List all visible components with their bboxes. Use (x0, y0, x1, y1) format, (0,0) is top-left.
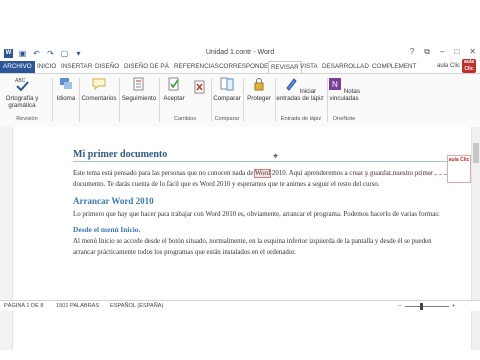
protect-label: Proteger (247, 95, 271, 102)
group-changes: Cambios (173, 116, 197, 122)
compare-icon (220, 77, 234, 91)
spelling-label: Ortografía y gramática (5, 95, 39, 109)
doc-heading-3: Desde el menú Inicio. (73, 225, 141, 234)
window-controls: ? ⧉ – □ ✕ (410, 47, 476, 57)
ribbon-tabs: ARCHIVO INICIO INSERTAR DISEÑO DISEÑO DE… (0, 59, 480, 73)
help-button[interactable]: ? (410, 47, 414, 57)
group-divider (52, 78, 53, 122)
word-window: W ▣ ↶ ↷ ▢ ▾ Unidad 1.contr - Word ? ⧉ – … (0, 0, 480, 360)
doc-paragraph-2: Lo primero que hay que hacer para trabaj… (73, 211, 440, 218)
change-nav-buttons[interactable] (190, 80, 210, 98)
language-icon (60, 78, 72, 89)
doc-heading-2: Arrancar Word 2010 (73, 196, 154, 206)
zoom-slider-thumb[interactable] (420, 303, 423, 310)
track-changes-icon (133, 77, 144, 91)
tab-diseno-pagina[interactable]: DISEÑO DE PÁ (124, 61, 169, 73)
maximize-button[interactable]: □ (454, 47, 459, 57)
comments-button[interactable]: Comentarios (80, 77, 118, 102)
vertical-ruler (0, 127, 13, 350)
highlighted-word[interactable]: Word (254, 169, 272, 178)
ribbon: ABC Ortografía y gramática Revisión Idio… (0, 73, 480, 128)
window-title: Unidad 1.contr - Word (205, 49, 275, 56)
minimize-button[interactable]: – (440, 47, 444, 57)
onenote-icon: N (329, 78, 342, 90)
word-count[interactable]: 1501 PALABRAS (56, 303, 99, 309)
tab-diseno[interactable]: DISEÑO (95, 61, 119, 73)
language-button[interactable]: Idioma (54, 77, 78, 102)
group-ink: Entrada de lápiz (280, 116, 322, 122)
doc-paragraph-3: Al menú Inicio se accede desde el botón … (73, 238, 432, 256)
account-area[interactable]: aula Clic aula Clic (437, 59, 476, 73)
status-bar: PÁGINA 1 DE 8 1501 PALABRAS ESPAÑOL (ESP… (0, 300, 480, 311)
close-button[interactable]: ✕ (469, 47, 476, 57)
linked-notes-button[interactable]: N Notas vinculadas (328, 77, 360, 102)
document-area[interactable]: ⌖ Mi primer documento Este tema está pen… (0, 127, 480, 350)
comment-icon (92, 78, 106, 91)
accept-button[interactable]: Aceptar (160, 77, 188, 102)
doc-paragraph-1: Este tema está pensado para las personas… (73, 168, 453, 190)
tab-archivo[interactable]: ARCHIVO (0, 61, 35, 73)
spelling-grammar-button[interactable]: ABC Ortografía y gramática (2, 77, 42, 109)
page-count[interactable]: PÁGINA 1 DE 8 (4, 303, 43, 309)
tracking-label: Seguimiento (121, 95, 157, 102)
accept-label: Aceptar (163, 95, 185, 102)
document-page[interactable]: Mi primer documento Este tema está pensa… (73, 149, 453, 262)
reject-change-icon (194, 80, 205, 94)
zoom-out-button[interactable]: – (398, 303, 401, 309)
tracking-button[interactable]: Seguimiento (120, 77, 158, 102)
account-name: aula Clic (436, 63, 460, 69)
spelling-check-icon: ABC (15, 78, 29, 92)
tab-desarrollador[interactable]: DESARROLLAD (322, 61, 369, 73)
group-revision: Revisión (16, 116, 38, 122)
vertical-scrollbar[interactable] (471, 127, 480, 350)
revision-balloon-logo: aula Clic (447, 155, 471, 183)
scrollbar-thumb[interactable] (473, 143, 479, 163)
comments-label: Comentarios (81, 95, 117, 102)
tab-vista[interactable]: VISTA (300, 61, 318, 73)
p1-before: Este tema está pensado para las personas… (73, 170, 256, 177)
group-compare: Comparar (214, 116, 240, 122)
zoom-in-button[interactable]: + (452, 303, 455, 309)
tab-revisar[interactable]: REVISAR (268, 61, 302, 73)
zoom-slider-track[interactable] (405, 306, 449, 307)
start-inking-button[interactable]: Iniciar entradas de lápiz (276, 77, 324, 102)
ribbon-display-button[interactable]: ⧉ (424, 47, 430, 57)
aula-clic-logo: aula Clic (462, 59, 476, 73)
tab-referencias[interactable]: REFERENCIAS (174, 61, 219, 73)
tab-correspondencia[interactable]: CORRESPONDE (219, 61, 268, 73)
group-onenote: OneNote (332, 116, 356, 122)
language-label: Idioma (56, 95, 76, 102)
tab-inicio[interactable]: INICIO (37, 61, 56, 73)
tab-complementos[interactable]: COMPLEMENT (372, 61, 416, 73)
spelling-icon-label: ABC (15, 78, 26, 84)
tab-insertar[interactable]: INSERTAR (61, 61, 92, 73)
language-status[interactable]: ESPAÑOL (ESPAÑA) (110, 303, 163, 309)
svg-text:N: N (332, 80, 338, 89)
compare-button[interactable]: Comparar (212, 77, 242, 102)
compare-label: Comparar (213, 95, 241, 102)
doc-heading-1: Mi primer documento (73, 149, 453, 162)
accept-change-icon (168, 77, 179, 91)
protect-lock-icon (254, 78, 264, 91)
title-bar: W ▣ ↶ ↷ ▢ ▾ Unidad 1.contr - Word ? ⧉ – … (0, 45, 480, 61)
revision-connector-line (355, 174, 447, 175)
protect-button[interactable]: Proteger (244, 77, 274, 102)
pen-ink-icon (286, 78, 297, 91)
